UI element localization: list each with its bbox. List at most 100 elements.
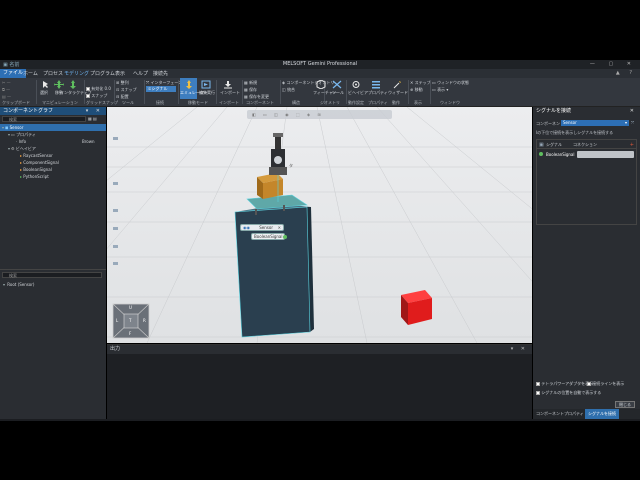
copy-button[interactable]: ⧉ — (2, 87, 10, 92)
ribbon-separator (280, 80, 281, 104)
tab-component-properties[interactable]: コンポーネントプロパティ (533, 409, 587, 419)
display-dropdown[interactable]: ▭ 表示 ▾ (432, 87, 448, 93)
properties-icon[interactable] (371, 80, 381, 89)
nav-cube-front[interactable]: F (129, 331, 131, 336)
paste-button[interactable]: ▤ — (2, 94, 11, 99)
select-button[interactable]: 選択 (40, 90, 48, 96)
tree-item-properties[interactable]: ▾▭ プロパティ (0, 131, 106, 138)
panel-controls[interactable]: ▾ ✕ (86, 107, 103, 115)
import-icon[interactable] (223, 80, 233, 89)
move-display-button[interactable]: ⊕ 移動 (410, 87, 423, 93)
window-controls[interactable]: — ▢ ✕ (590, 61, 637, 67)
option-auto-position-checkbox[interactable]: シグナルの位置を自動で表示する (536, 390, 601, 396)
tree-item-info[interactable]: · Info Brown (0, 138, 106, 145)
select-icon[interactable] (40, 80, 50, 89)
component-select[interactable]: Sensor ▾ (561, 120, 629, 126)
output-header: 出力 ▾ ✕ (107, 345, 532, 354)
option-row[interactable]: シグナルの位置を自動で表示する (533, 388, 640, 397)
tool-icon[interactable] (332, 80, 342, 89)
menu-view[interactable]: 表示 (115, 70, 125, 77)
option-adapter-checkbox[interactable]: テトラパワーアダプタを表示 (536, 381, 593, 387)
behavior-group-label: 動作設定 (348, 100, 364, 105)
behavior-button[interactable]: ビヘイビア (348, 90, 368, 96)
nav-cube-up[interactable]: U (129, 305, 132, 310)
right-bottom-tabs: コンポーネントプロパティ シグナルを接続 (533, 409, 640, 419)
popup-icon: ◉◉ (243, 225, 250, 230)
add-signal-icon[interactable]: + (630, 142, 634, 148)
component-search-input[interactable]: 検索 (2, 116, 86, 122)
popup-sensor-label: Sensor (259, 225, 273, 230)
menu-help[interactable]: ヘルプ (133, 70, 148, 77)
menu-modeling[interactable]: モデリング (64, 70, 89, 77)
tree-item-raycast-sensor[interactable]: ▸ RaycastSensor (0, 152, 106, 159)
motion-group-label: 動作 (392, 100, 400, 105)
signal-button[interactable]: ⤨ シグナル (147, 86, 167, 92)
edit-run-button[interactable]: 編集実行 (199, 90, 215, 96)
step-button[interactable]: ✕ ステップ (410, 80, 431, 86)
pick-icon[interactable]: ⤧ (631, 120, 634, 125)
option-row[interactable]: テトラパワーアダプタを表示 接続ラインを表示 (533, 379, 640, 388)
output-controls[interactable]: ▾ ✕ (511, 345, 528, 354)
tab-connect-signals[interactable]: シグナルを接続 (585, 409, 619, 419)
cut-button[interactable]: ✂ — (2, 80, 11, 85)
tree-item-sensor[interactable]: ▾◼ Sensor (0, 124, 106, 131)
feature-icon[interactable] (316, 79, 326, 90)
ribbon-group-properties: プロパティ プロパティ (368, 78, 388, 107)
behavior-icon[interactable] (351, 80, 361, 89)
import-group-label: インポート (219, 100, 239, 105)
table-row[interactable]: BooleanSignal (537, 151, 636, 158)
tool-button[interactable]: ツール (332, 90, 344, 96)
filter-icon[interactable]: ▦ ▤ (88, 116, 97, 121)
emulator-icon[interactable] (184, 80, 194, 89)
component-graph-panel: コンポーネントグラフ ▾ ✕ 検索 ▦ ▤ ▾◼ Sensor ▾▭ プロパティ… (0, 107, 106, 420)
wizard-button[interactable]: ウィザード (388, 90, 408, 96)
nav-cube-top[interactable]: T (129, 318, 131, 323)
merge-button[interactable]: ◫ 統合 (282, 87, 295, 93)
new-component-button[interactable]: ▦ 新規 (244, 80, 257, 86)
save-component-button[interactable]: ▦ 保存 (244, 87, 257, 93)
table-icon: ▣ (539, 142, 544, 148)
close-button[interactable]: 閉じる (615, 401, 635, 408)
snap-tool-button[interactable]: ⊡ スナップ (116, 87, 137, 93)
signal-state-icon (539, 152, 543, 156)
wizard-icon[interactable] (392, 80, 402, 89)
second-search-input[interactable]: 検索 (2, 272, 102, 278)
tree-item-python-script[interactable]: ▸ PythonScript (0, 173, 106, 180)
move-icon[interactable] (54, 80, 64, 89)
interactive-icon[interactable] (68, 80, 78, 89)
component-graph-title: コンポーネントグラフ (3, 108, 54, 114)
menu-home[interactable]: ホーム (23, 70, 38, 77)
tree-item-boolean-signal[interactable]: ▸ BooleanSignal (0, 166, 106, 173)
menu-process[interactable]: プロセス (43, 70, 63, 77)
snap-enable-checkbox[interactable]: 有効化 0.0 (86, 86, 111, 92)
column-connection: コネクション (573, 142, 597, 147)
connect-signals-title: シグナルを接続 (536, 108, 572, 114)
nav-cube-right[interactable]: R (143, 318, 146, 323)
tree-item-behaviors[interactable]: ▾⚙ ビヘイビア (0, 145, 106, 152)
3d-scene[interactable] (107, 107, 532, 343)
tree-item-component-signal[interactable]: ▸ ComponentSignal (0, 159, 106, 166)
properties-button[interactable]: プロパティ (368, 90, 388, 96)
nav-cube-left[interactable]: L (116, 318, 118, 323)
edit-run-icon[interactable] (201, 80, 211, 89)
connection-cell[interactable] (577, 151, 634, 158)
ribbon-toggle[interactable]: ▲ ? (616, 70, 636, 76)
ribbon-group-window: ▭ ウィンドウの状態 ▭ 表示 ▾ ウィンドウ (432, 78, 472, 107)
menu-program[interactable]: プログラム (90, 70, 115, 77)
navigation-cube[interactable]: U L T R F (112, 303, 150, 339)
popup-close-icon[interactable]: ✕ (278, 225, 281, 231)
tree-item-root[interactable]: ▾ Root (Sensor) (0, 281, 34, 288)
viewport-toolbar[interactable]: ◧ ▭ ◫ ◉ ⬚ ◈ ⊞ (247, 110, 392, 119)
output-title: 出力 (110, 346, 121, 352)
signal-popup[interactable]: BooleanSignal (251, 233, 287, 240)
align-button[interactable]: ⊞ 整列 (116, 80, 129, 86)
right-panel-close-icon[interactable]: ✕ (630, 107, 637, 115)
signal-connector-icon[interactable] (283, 235, 287, 239)
3d-viewport[interactable]: ◧ ▭ ◫ ◉ ⬚ ◈ ⊞ ◉◉ Sensor ✕ BooleanSignal … (107, 107, 532, 343)
sensor-popup[interactable]: ◉◉ Sensor ✕ (240, 224, 284, 231)
option-lines-checkbox[interactable]: 接続ラインを表示 (587, 381, 624, 387)
import-button[interactable]: インポート (220, 90, 240, 96)
window-state-button[interactable]: ▭ ウィンドウの状態 (432, 80, 469, 86)
menu-connection[interactable]: 接続先 (153, 70, 168, 77)
snap-checkbox[interactable]: スナップ (86, 93, 107, 99)
